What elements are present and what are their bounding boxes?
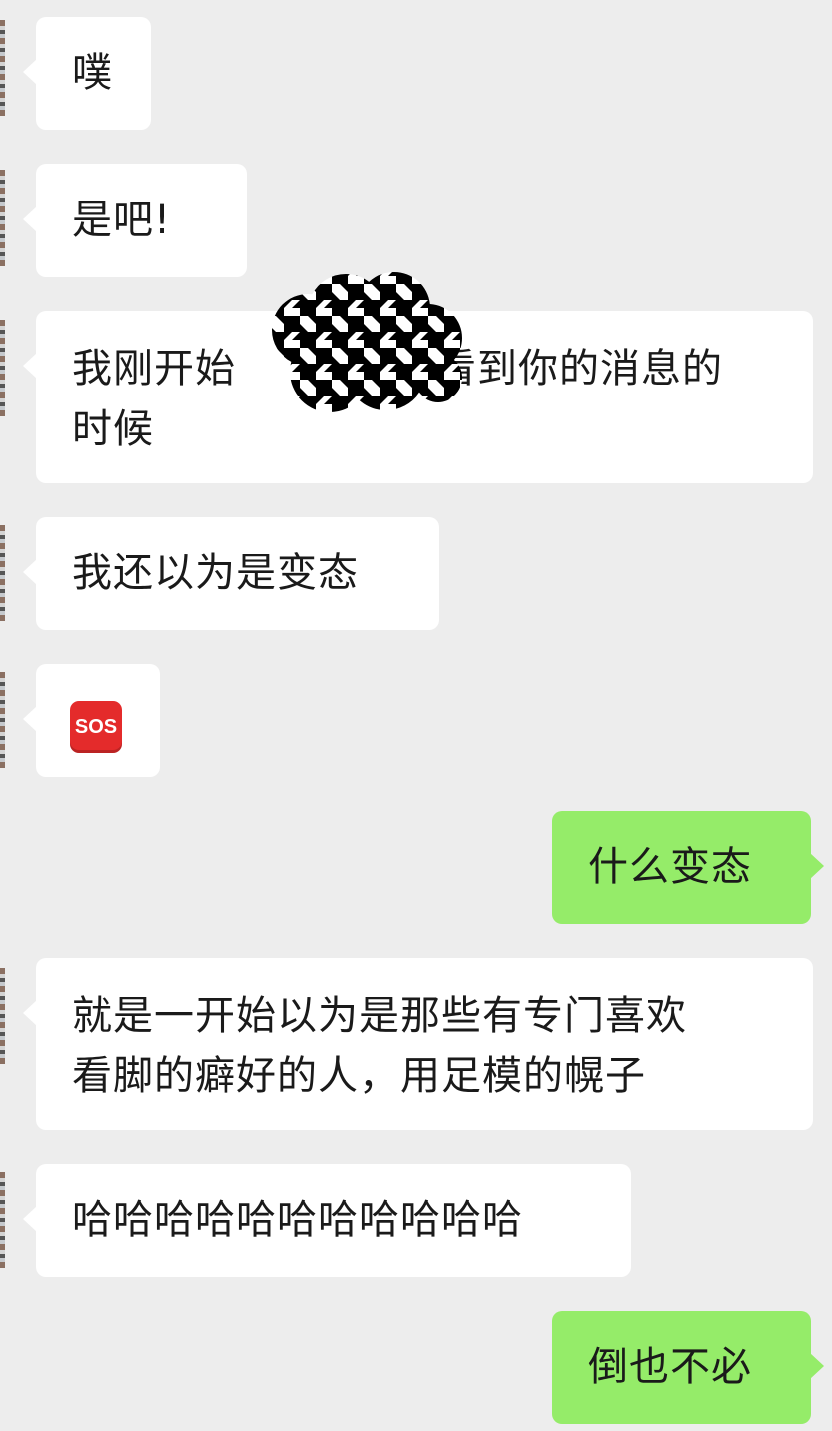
avatar[interactable]	[0, 170, 5, 266]
message-text: 是吧!	[72, 197, 172, 243]
message-bubble[interactable]: 是吧!	[23, 164, 247, 277]
message-text: 我刚开始	[72, 346, 236, 392]
censor-overlay-image	[272, 272, 462, 412]
avatar[interactable]	[0, 1172, 5, 1268]
message-text: 看到你的消息的	[436, 346, 723, 392]
message-text: 倒也不必	[588, 1344, 752, 1390]
message-bubble[interactable]: 哈哈哈哈哈哈哈哈哈哈哈	[23, 1164, 631, 1277]
message-bubble[interactable]: 我还以为是变态	[23, 517, 439, 630]
message-text: 看脚的癖好的人，用足模的幌子	[72, 1053, 646, 1099]
message-bubble-outgoing[interactable]: 什么变态	[552, 811, 824, 924]
sos-emoji-icon: SOS	[70, 701, 122, 753]
avatar[interactable]	[0, 20, 5, 116]
avatar[interactable]	[0, 968, 5, 1064]
message-text: 就是一开始以为是那些有专门喜欢	[72, 993, 687, 1039]
message-text: 我还以为是变态	[72, 550, 359, 596]
avatar[interactable]	[0, 320, 5, 416]
message-text: 噗	[72, 50, 113, 96]
message-bubble[interactable]: SOS	[23, 664, 160, 777]
message-bubble[interactable]: 就是一开始以为是那些有专门喜欢 看脚的癖好的人，用足模的幌子	[23, 958, 813, 1130]
avatar[interactable]	[0, 672, 5, 768]
message-text: 什么变态	[588, 844, 752, 890]
message-bubble[interactable]: 噗	[23, 17, 151, 130]
message-bubble-outgoing[interactable]: 倒也不必	[552, 1311, 824, 1424]
message-text: 时候	[72, 406, 154, 452]
avatar[interactable]	[0, 525, 5, 621]
message-text: 哈哈哈哈哈哈哈哈哈哈哈	[72, 1197, 523, 1243]
